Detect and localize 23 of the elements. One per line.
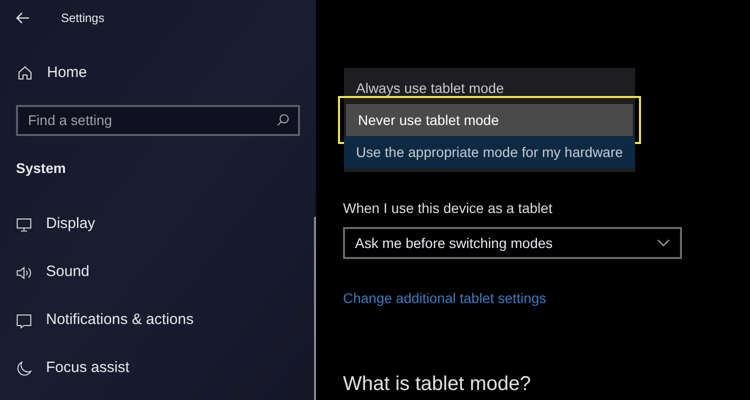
menu-item[interactable]: Never use tablet mode (346, 104, 633, 136)
menu-item[interactable]: Always use tablet mode (344, 72, 635, 104)
nav-item[interactable]: Notifications & actions (0, 310, 316, 330)
moon-icon (15, 360, 33, 378)
message-icon (15, 312, 33, 330)
window-title: Settings (61, 10, 104, 27)
back-arrow-icon[interactable] (16, 12, 30, 24)
chevron-down-icon (657, 239, 670, 247)
settings-link[interactable]: Change additional tablet settings (343, 288, 546, 309)
scrollbar[interactable] (314, 217, 316, 400)
mode-dropdown[interactable]: Ask me before switching modes (343, 227, 682, 259)
setting-label: When I use this device as a tablet (343, 199, 554, 218)
section-title: System (15, 158, 67, 178)
home-link[interactable]: Home (0, 62, 316, 84)
home-icon (17, 65, 33, 82)
nav-item[interactable]: Display (0, 214, 316, 234)
nav-item[interactable]: Focus assist (0, 358, 316, 378)
search-field[interactable]: Find a setting (16, 104, 300, 136)
nav-item[interactable]: Sound (0, 262, 316, 282)
menu-item[interactable]: Use the appropriate mode for my hardware (344, 136, 635, 168)
monitor-icon (15, 216, 33, 234)
section-heading: What is tablet mode? (343, 372, 532, 397)
search-icon (276, 112, 290, 126)
